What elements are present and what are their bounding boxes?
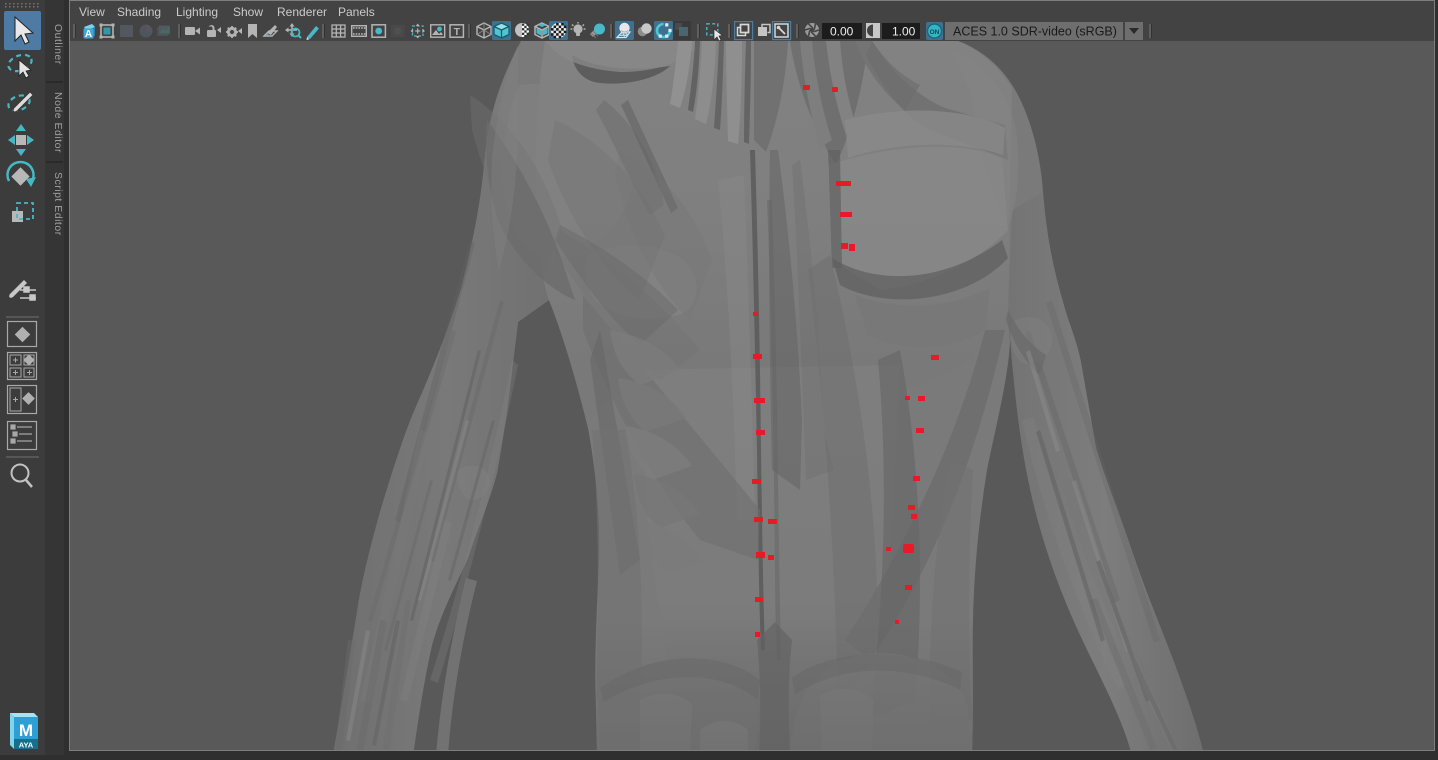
svg-text:1.00: 1.00 (892, 25, 916, 39)
svg-text:0.00: 0.00 (830, 25, 854, 39)
svg-text:T: T (454, 26, 461, 38)
svg-text:AYA: AYA (19, 741, 34, 750)
svg-text:ON: ON (930, 29, 940, 36)
svg-text:M: M (19, 721, 33, 740)
svg-text:ACES 1.0 SDR-video (sRGB): ACES 1.0 SDR-video (sRGB) (953, 25, 1117, 39)
svg-text:A: A (85, 29, 92, 40)
